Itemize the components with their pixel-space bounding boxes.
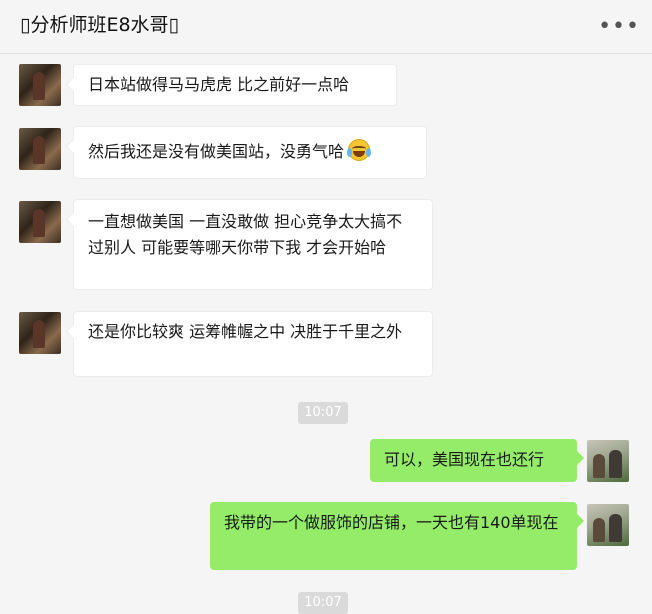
message-text: 日本站做得马马虎虎 比之前好一点哈: [88, 75, 350, 94]
contact-avatar[interactable]: [19, 128, 61, 170]
contact-avatar[interactable]: [19, 64, 61, 106]
timestamp: 10:07: [298, 402, 348, 424]
message-bubble: 可以，美国现在也还行: [370, 439, 577, 482]
message-text: 然后我还是没有做美国站，没勇气哈: [88, 142, 345, 161]
message-text: 我带的一个做服饰的店铺，一天也有140单现在: [224, 513, 559, 532]
contact-avatar[interactable]: [19, 312, 61, 354]
message-bubble: 还是你比较爽 运筹帷幄之中 决胜于千里之外: [73, 311, 433, 377]
chat-title: ▯分析师班E8水哥▯: [20, 14, 180, 36]
my-avatar[interactable]: [587, 504, 629, 546]
message-bubble: 然后我还是没有做美国站，没勇气哈: [73, 126, 427, 179]
contact-avatar[interactable]: [19, 201, 61, 243]
more-options-icon[interactable]: •••: [598, 14, 640, 40]
timestamp: 10:07: [298, 592, 348, 614]
message-bubble: 我带的一个做服饰的店铺，一天也有140单现在: [210, 502, 577, 570]
message-text: 还是你比较爽 运筹帷幄之中 决胜于千里之外: [88, 322, 403, 341]
message-bubble: 日本站做得马马虎虎 比之前好一点哈: [73, 64, 397, 106]
my-avatar[interactable]: [587, 440, 629, 482]
message-text: 一直想做美国 一直没敢做 担心竞争太大搞不过别人 可能要等哪天你带下我 才会开始…: [88, 212, 403, 257]
message-bubble: 一直想做美国 一直没敢做 担心竞争太大搞不过别人 可能要等哪天你带下我 才会开始…: [73, 199, 433, 290]
message-text: 可以，美国现在也还行: [384, 450, 545, 469]
tears-of-joy-emoji-icon: [347, 139, 372, 161]
chat-header: ▯分析师班E8水哥▯ •••: [0, 0, 652, 54]
